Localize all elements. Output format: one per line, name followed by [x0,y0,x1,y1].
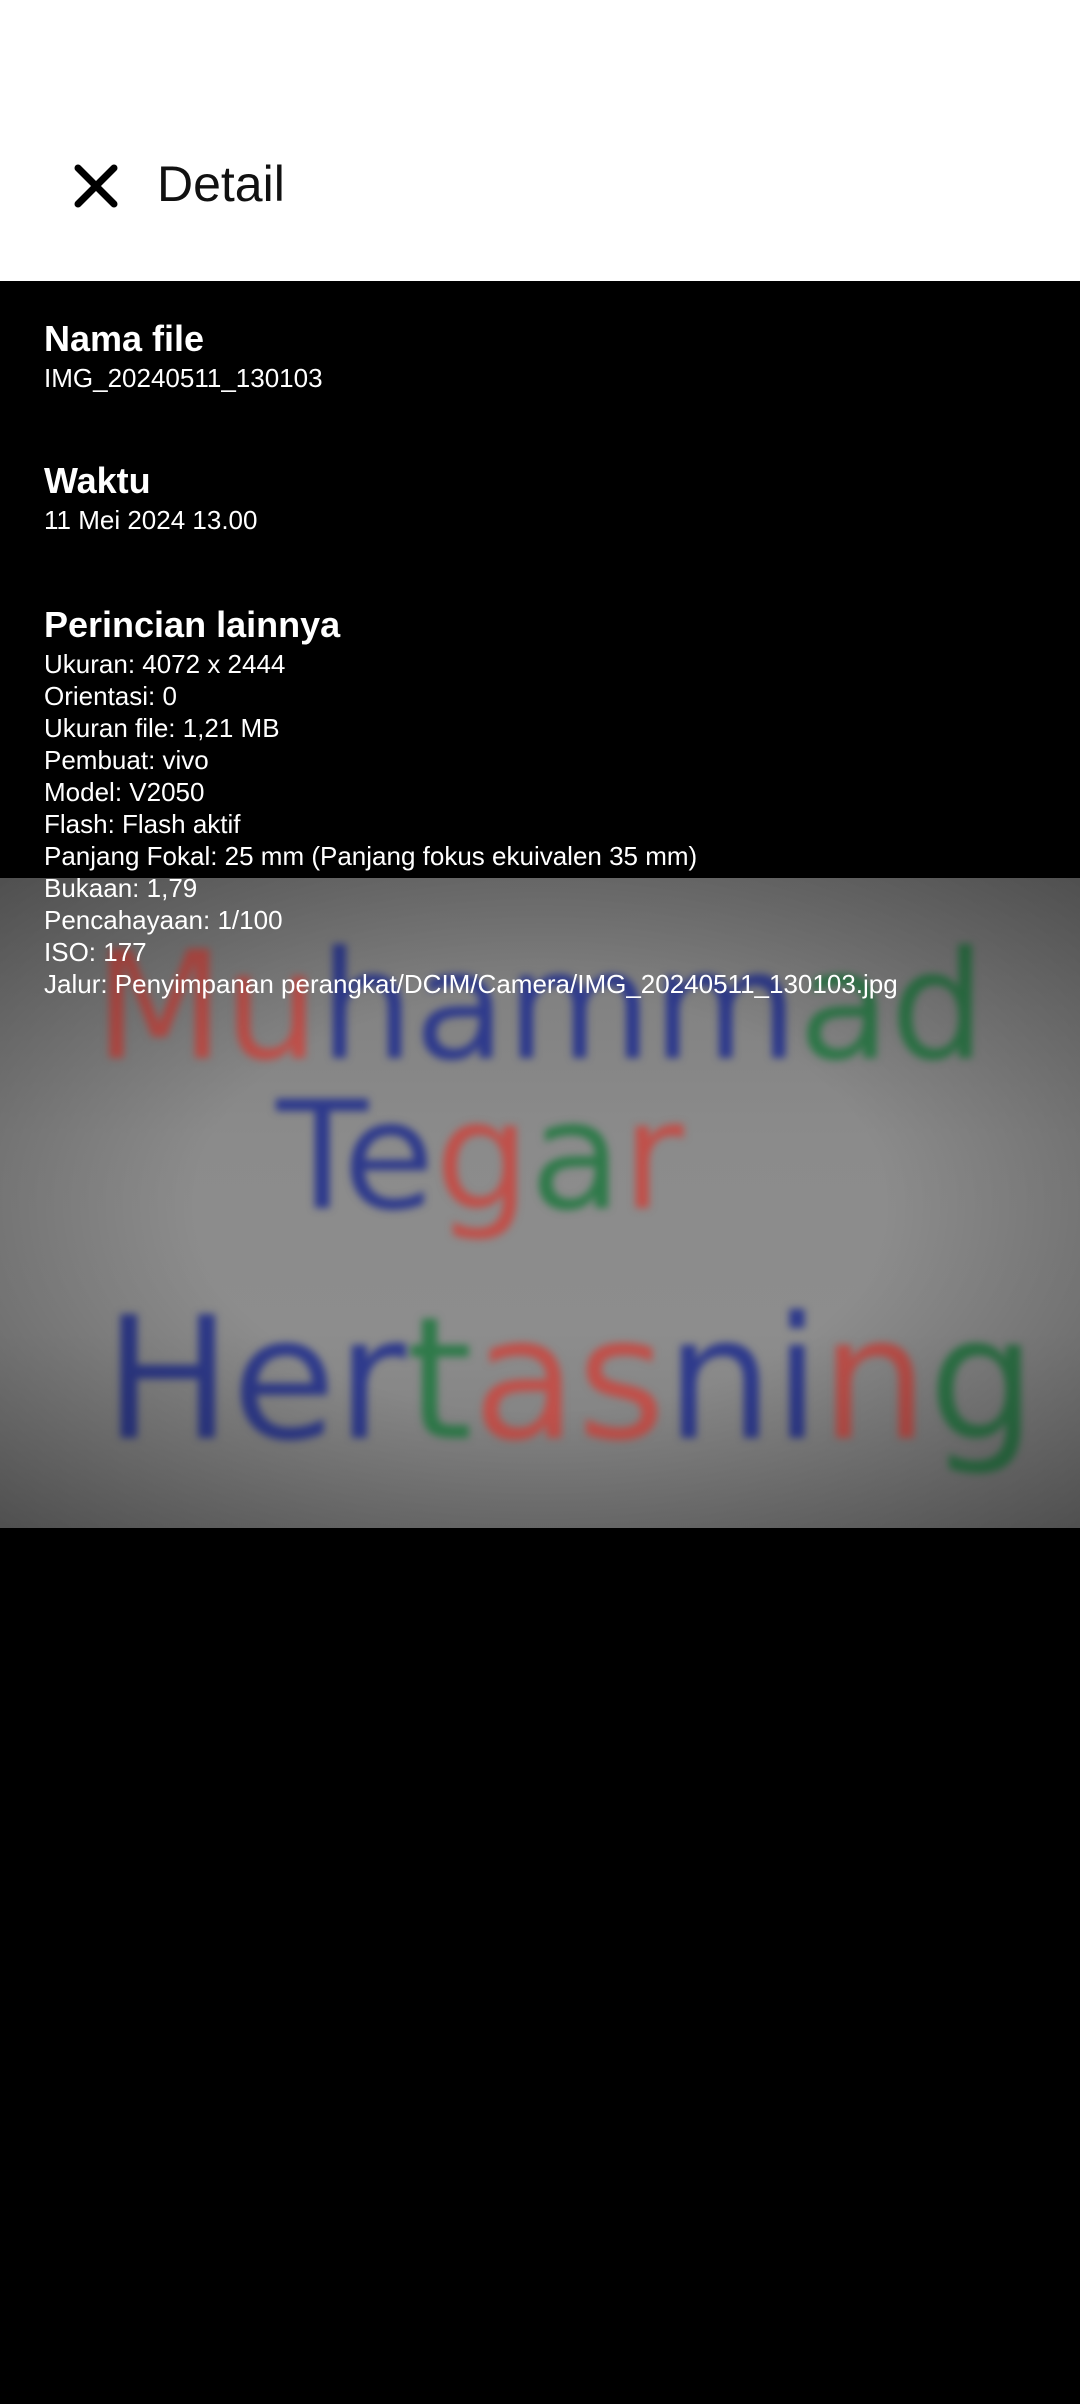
close-icon [74,164,118,208]
close-button[interactable] [60,150,132,222]
detail-orientation: Orientasi: 0 [44,681,177,711]
detail-size: Ukuran: 4072 x 2444 [44,649,286,679]
file-name-value: IMG_20240511_130103 [44,363,323,393]
top-app-bar: Detail [0,0,1080,281]
detail-flash: Flash: Flash aktif [44,809,241,839]
detail-path: Jalur: Penyimpanan perangkat/DCIM/Camera… [44,969,898,999]
file-name-section: Nama file IMG_20240511_130103 [44,316,323,394]
time-section: Waktu 11 Mei 2024 13.00 [44,458,257,536]
detail-focal-length: Panjang Fokal: 25 mm (Panjang fokus ekui… [44,841,698,871]
other-details-label: Perincian lainnya [44,604,341,645]
file-name-label: Nama file [44,318,205,359]
detail-screen: Muhammad Tegar Hertasning Detail Nama fi… [0,0,1080,2404]
detail-file-size: Ukuran file: 1,21 MB [44,713,280,743]
detail-maker: Pembuat: vivo [44,745,209,775]
detail-aperture: Bukaan: 1,79 [44,873,198,903]
detail-model: Model: V2050 [44,777,205,807]
time-label: Waktu [44,460,151,501]
detail-iso: ISO: 177 [44,937,147,967]
other-details-section: Perincian lainnya Ukuran: 4072 x 2444 Or… [44,602,898,1000]
page-title: Detail [157,156,285,212]
detail-exposure: Pencahayaan: 1/100 [44,905,283,935]
time-value: 11 Mei 2024 13.00 [44,505,258,535]
